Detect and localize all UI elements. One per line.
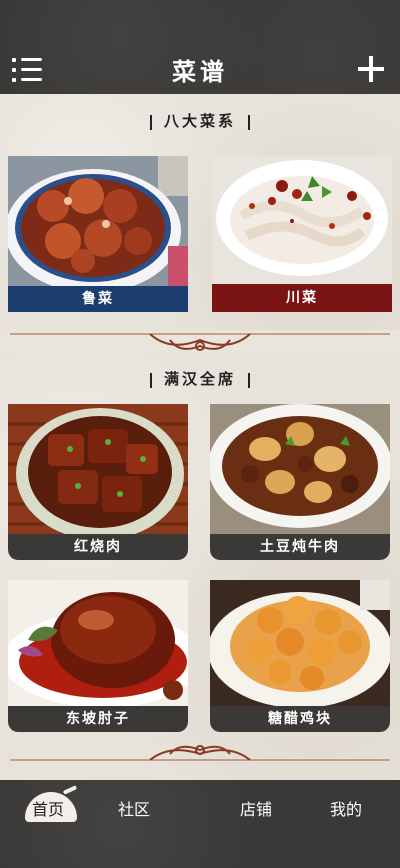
potato-beef-stew-dish-icon: [210, 404, 390, 534]
braised-pork-dish-icon: [8, 156, 188, 293]
card-label: 土豆炖牛肉: [210, 534, 390, 560]
section-banquet: 满汉全席 红烧肉 土豆炖牛肉 东坡肘子 糖醋鸡块: [0, 352, 400, 780]
card-label: 糖醋鸡块: [210, 706, 390, 732]
card-label: 鲁菜: [8, 286, 188, 312]
sichuan-noodle-dish-icon: [212, 156, 392, 284]
plus-icon[interactable]: [358, 56, 384, 82]
card-hong-shao-rou[interactable]: 红烧肉: [8, 404, 188, 560]
bottom-tab-bar: 首页 社区 店铺 我的: [0, 780, 400, 868]
section-title-banquet: 满汉全席: [0, 368, 400, 389]
page-title: 菜谱: [172, 57, 228, 86]
card-sweet-sour-chicken[interactable]: 糖醋鸡块: [210, 580, 390, 732]
card-label: 东坡肘子: [8, 706, 188, 732]
card-label: 川菜: [212, 284, 392, 312]
section-regional-cuisines: 八大菜系 鲁菜 川菜: [0, 94, 400, 330]
tab-community[interactable]: 社区: [118, 796, 150, 820]
ornament-divider: [10, 745, 390, 761]
tab-home[interactable]: 首页: [32, 796, 64, 820]
dongpo-pork-knuckle-dish-icon: [8, 580, 188, 708]
app-header: 菜谱: [0, 0, 400, 94]
card-lu-cuisine[interactable]: 鲁菜: [8, 156, 188, 312]
card-potato-beef-stew[interactable]: 土豆炖牛肉: [210, 404, 390, 560]
tab-mine[interactable]: 我的: [330, 796, 362, 820]
card-label: 红烧肉: [8, 534, 188, 560]
card-dongpo-pork-knuckle[interactable]: 东坡肘子: [8, 580, 188, 732]
section-title-regional: 八大菜系: [0, 110, 400, 131]
card-chuan-cuisine[interactable]: 川菜: [212, 156, 392, 312]
red-braised-pork-dish-icon: [8, 404, 188, 540]
tab-shop[interactable]: 店铺: [240, 796, 272, 820]
sweet-sour-chicken-dish-icon: [210, 580, 390, 708]
